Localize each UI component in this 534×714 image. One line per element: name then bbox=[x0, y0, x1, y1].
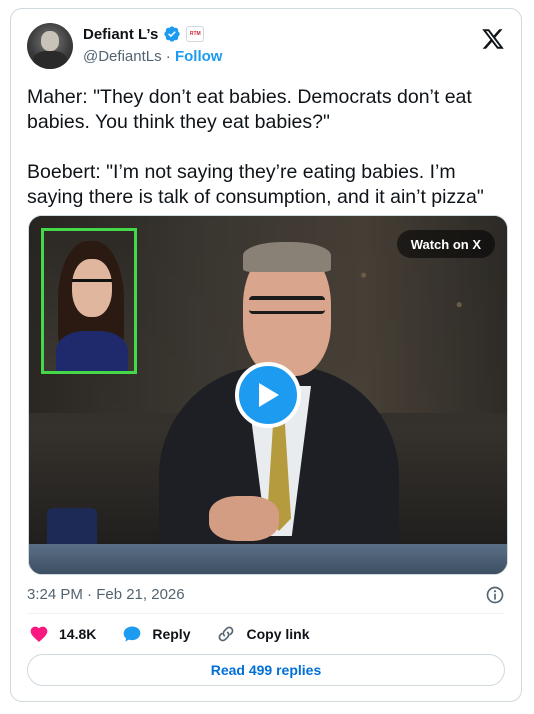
info-icon[interactable] bbox=[485, 585, 505, 605]
video-inset-frame bbox=[41, 228, 137, 374]
avatar-head bbox=[41, 31, 59, 51]
copy-link-label: Copy link bbox=[246, 626, 310, 642]
heart-icon bbox=[30, 626, 48, 642]
play-icon bbox=[259, 383, 279, 407]
like-count: 14.8K bbox=[59, 626, 97, 642]
play-button[interactable] bbox=[235, 362, 301, 428]
video-player[interactable]: Watch on X bbox=[28, 215, 508, 575]
avatar-body bbox=[33, 51, 67, 69]
inset-figure-top bbox=[56, 331, 128, 371]
follow-button[interactable]: Follow bbox=[175, 48, 223, 65]
tweet-text: Maher: "They don’t eat babies. Democrats… bbox=[27, 86, 484, 208]
author-handle[interactable]: @DefiantLs bbox=[83, 48, 162, 65]
read-replies-button[interactable]: Read 499 replies bbox=[27, 654, 505, 686]
author-handle-row: @DefiantLs · Follow bbox=[83, 48, 222, 65]
author-name-row: Defiant L’s RTM bbox=[83, 25, 205, 43]
author-name[interactable]: Defiant L’s bbox=[83, 26, 158, 43]
inset-figure-glasses bbox=[72, 279, 112, 289]
tweet-header: Defiant L’s RTM @DefiantLs · Follow bbox=[27, 21, 505, 71]
video-figure-glasses bbox=[249, 296, 325, 314]
video-figure-hands bbox=[209, 496, 279, 541]
action-bar: 14.8K Reply Copy link bbox=[29, 623, 310, 645]
reply-icon bbox=[124, 626, 141, 642]
copy-link-button[interactable]: Copy link bbox=[216, 624, 310, 644]
avatar[interactable] bbox=[27, 23, 73, 69]
affiliate-badge[interactable]: RTM bbox=[186, 26, 205, 42]
verified-badge-icon bbox=[164, 26, 180, 42]
handle-separator: · bbox=[161, 48, 175, 65]
reply-label: Reply bbox=[152, 626, 191, 642]
like-button[interactable]: 14.8K bbox=[29, 624, 96, 644]
watch-on-x-button[interactable]: Watch on X bbox=[396, 230, 495, 258]
divider bbox=[27, 613, 505, 614]
link-icon bbox=[219, 626, 234, 642]
tweet-card: Defiant L’s RTM @DefiantLs · Follow Mahe… bbox=[10, 8, 522, 702]
reply-button[interactable]: Reply bbox=[122, 624, 190, 644]
video-desk bbox=[29, 544, 507, 574]
x-logo-icon[interactable] bbox=[481, 27, 505, 51]
video-figure-hair bbox=[243, 242, 331, 272]
tweet-timestamp[interactable]: 3:24 PM · Feb 21, 2026 bbox=[27, 586, 185, 603]
